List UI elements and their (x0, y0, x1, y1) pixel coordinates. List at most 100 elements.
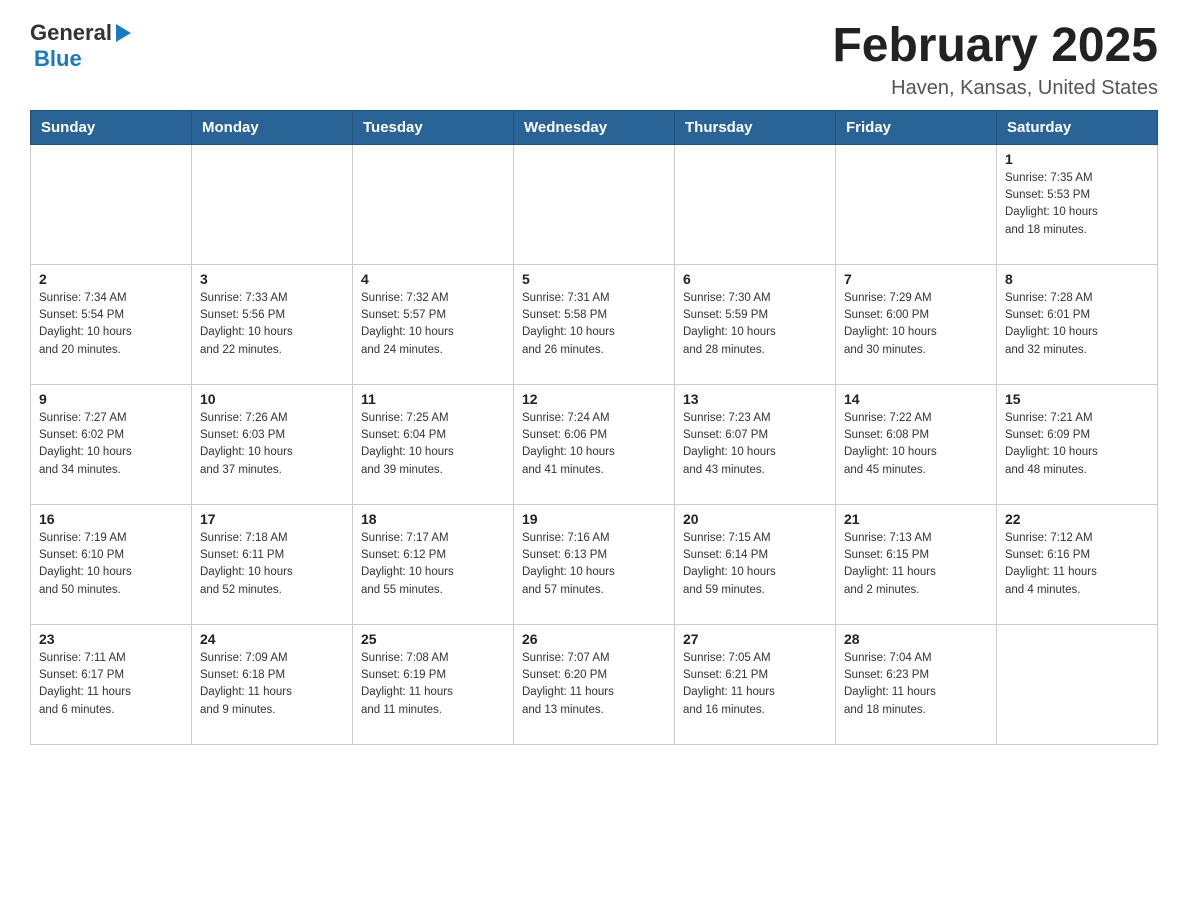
day-number: 27 (683, 631, 827, 647)
header-row: SundayMondayTuesdayWednesdayThursdayFrid… (31, 110, 1158, 144)
logo-general-text: General (30, 20, 112, 46)
day-cell: 24 Sunrise: 7:09 AM Sunset: 6:18 PM Dayli… (192, 624, 353, 744)
day-number: 14 (844, 391, 988, 407)
day-info: Sunrise: 7:31 AM Sunset: 5:58 PM Dayligh… (522, 290, 666, 359)
day-number: 26 (522, 631, 666, 647)
day-cell: 26 Sunrise: 7:07 AM Sunset: 6:20 PM Dayli… (514, 624, 675, 744)
day-cell: 18 Sunrise: 7:17 AM Sunset: 6:12 PM Dayli… (353, 504, 514, 624)
col-header-tuesday: Tuesday (353, 110, 514, 144)
day-number: 3 (200, 271, 344, 287)
day-info: Sunrise: 7:12 AM Sunset: 6:16 PM Dayligh… (1005, 530, 1149, 599)
calendar-title: February 2025 (832, 20, 1158, 73)
day-cell: 4 Sunrise: 7:32 AM Sunset: 5:57 PM Daylig… (353, 264, 514, 384)
day-cell: 20 Sunrise: 7:15 AM Sunset: 6:14 PM Dayli… (675, 504, 836, 624)
day-cell: 7 Sunrise: 7:29 AM Sunset: 6:00 PM Daylig… (836, 264, 997, 384)
day-cell: 14 Sunrise: 7:22 AM Sunset: 6:08 PM Dayli… (836, 384, 997, 504)
page-header: General Blue February 2025 Haven, Kansas… (30, 20, 1158, 100)
day-number: 9 (39, 391, 183, 407)
day-number: 28 (844, 631, 988, 647)
day-info: Sunrise: 7:23 AM Sunset: 6:07 PM Dayligh… (683, 410, 827, 479)
day-cell: 22 Sunrise: 7:12 AM Sunset: 6:16 PM Dayli… (997, 504, 1158, 624)
day-cell: 5 Sunrise: 7:31 AM Sunset: 5:58 PM Daylig… (514, 264, 675, 384)
day-number: 12 (522, 391, 666, 407)
day-cell: 21 Sunrise: 7:13 AM Sunset: 6:15 PM Dayli… (836, 504, 997, 624)
day-number: 25 (361, 631, 505, 647)
day-cell (353, 144, 514, 264)
title-block: February 2025 Haven, Kansas, United Stat… (832, 20, 1158, 100)
day-cell: 23 Sunrise: 7:11 AM Sunset: 6:17 PM Dayli… (31, 624, 192, 744)
week-row-3: 9 Sunrise: 7:27 AM Sunset: 6:02 PM Daylig… (31, 384, 1158, 504)
day-number: 4 (361, 271, 505, 287)
calendar-subtitle: Haven, Kansas, United States (832, 77, 1158, 100)
day-cell: 13Sunrise: 7:23 AM Sunset: 6:07 PM Dayli… (675, 384, 836, 504)
day-cell: 3Sunrise: 7:33 AM Sunset: 5:56 PM Daylig… (192, 264, 353, 384)
day-info: Sunrise: 7:25 AM Sunset: 6:04 PM Dayligh… (361, 410, 505, 479)
day-number: 5 (522, 271, 666, 287)
day-number: 24 (200, 631, 344, 647)
day-number: 8 (1005, 271, 1149, 287)
day-number: 10 (200, 391, 344, 407)
day-info: Sunrise: 7:18 AM Sunset: 6:11 PM Dayligh… (200, 530, 344, 599)
day-number: 2 (39, 271, 183, 287)
day-cell (31, 144, 192, 264)
day-info: Sunrise: 7:28 AM Sunset: 6:01 PM Dayligh… (1005, 290, 1149, 359)
day-info: Sunrise: 7:32 AM Sunset: 5:57 PM Dayligh… (361, 290, 505, 359)
day-info: Sunrise: 7:29 AM Sunset: 6:00 PM Dayligh… (844, 290, 988, 359)
day-number: 16 (39, 511, 183, 527)
day-number: 18 (361, 511, 505, 527)
day-number: 7 (844, 271, 988, 287)
day-cell: 2 Sunrise: 7:34 AM Sunset: 5:54 PM Daylig… (31, 264, 192, 384)
logo-blue-text: Blue (34, 46, 82, 71)
week-row-5: 23 Sunrise: 7:11 AM Sunset: 6:17 PM Dayli… (31, 624, 1158, 744)
day-number: 11 (361, 391, 505, 407)
day-info: Sunrise: 7:21 AM Sunset: 6:09 PM Dayligh… (1005, 410, 1149, 479)
col-header-saturday: Saturday (997, 110, 1158, 144)
day-info: Sunrise: 7:08 AM Sunset: 6:19 PM Dayligh… (361, 650, 505, 719)
day-info: Sunrise: 7:26 AM Sunset: 6:03 PM Dayligh… (200, 410, 344, 479)
day-cell: 25 Sunrise: 7:08 AM Sunset: 6:19 PM Dayli… (353, 624, 514, 744)
day-info: Sunrise: 7:34 AM Sunset: 5:54 PM Dayligh… (39, 290, 183, 359)
day-cell: 27Sunrise: 7:05 AM Sunset: 6:21 PM Dayli… (675, 624, 836, 744)
day-info: Sunrise: 7:15 AM Sunset: 6:14 PM Dayligh… (683, 530, 827, 599)
day-info: Sunrise: 7:30 AM Sunset: 5:59 PM Dayligh… (683, 290, 827, 359)
col-header-sunday: Sunday (31, 110, 192, 144)
day-number: 15 (1005, 391, 1149, 407)
day-info: Sunrise: 7:35 AM Sunset: 5:53 PM Dayligh… (1005, 170, 1149, 239)
day-number: 6 (683, 271, 827, 287)
day-cell: 17 Sunrise: 7:18 AM Sunset: 6:11 PM Dayli… (192, 504, 353, 624)
day-info: Sunrise: 7:17 AM Sunset: 6:12 PM Dayligh… (361, 530, 505, 599)
day-number: 19 (522, 511, 666, 527)
day-cell (514, 144, 675, 264)
day-number: 23 (39, 631, 183, 647)
day-cell: 15 Sunrise: 7:21 AM Sunset: 6:09 PM Dayli… (997, 384, 1158, 504)
day-number: 21 (844, 511, 988, 527)
col-header-monday: Monday (192, 110, 353, 144)
day-info: Sunrise: 7:07 AM Sunset: 6:20 PM Dayligh… (522, 650, 666, 719)
day-cell: 1 Sunrise: 7:35 AM Sunset: 5:53 PM Daylig… (997, 144, 1158, 264)
day-info: Sunrise: 7:13 AM Sunset: 6:15 PM Dayligh… (844, 530, 988, 599)
col-header-friday: Friday (836, 110, 997, 144)
day-info: Sunrise: 7:16 AM Sunset: 6:13 PM Dayligh… (522, 530, 666, 599)
col-header-thursday: Thursday (675, 110, 836, 144)
day-info: Sunrise: 7:27 AM Sunset: 6:02 PM Dayligh… (39, 410, 183, 479)
day-info: Sunrise: 7:22 AM Sunset: 6:08 PM Dayligh… (844, 410, 988, 479)
day-info: Sunrise: 7:09 AM Sunset: 6:18 PM Dayligh… (200, 650, 344, 719)
logo: General Blue (30, 20, 131, 72)
day-cell (836, 144, 997, 264)
logo-arrow-icon (116, 24, 131, 42)
day-number: 17 (200, 511, 344, 527)
day-info: Sunrise: 7:24 AM Sunset: 6:06 PM Dayligh… (522, 410, 666, 479)
week-row-4: 16Sunrise: 7:19 AM Sunset: 6:10 PM Dayli… (31, 504, 1158, 624)
day-cell (997, 624, 1158, 744)
col-header-wednesday: Wednesday (514, 110, 675, 144)
day-number: 1 (1005, 151, 1149, 167)
day-cell: 10 Sunrise: 7:26 AM Sunset: 6:03 PM Dayli… (192, 384, 353, 504)
day-number: 20 (683, 511, 827, 527)
day-number: 22 (1005, 511, 1149, 527)
day-cell: 19 Sunrise: 7:16 AM Sunset: 6:13 PM Dayli… (514, 504, 675, 624)
day-cell: 6 Sunrise: 7:30 AM Sunset: 5:59 PM Daylig… (675, 264, 836, 384)
day-info: Sunrise: 7:11 AM Sunset: 6:17 PM Dayligh… (39, 650, 183, 719)
day-cell: 16Sunrise: 7:19 AM Sunset: 6:10 PM Dayli… (31, 504, 192, 624)
week-row-2: 2 Sunrise: 7:34 AM Sunset: 5:54 PM Daylig… (31, 264, 1158, 384)
day-cell: 9 Sunrise: 7:27 AM Sunset: 6:02 PM Daylig… (31, 384, 192, 504)
